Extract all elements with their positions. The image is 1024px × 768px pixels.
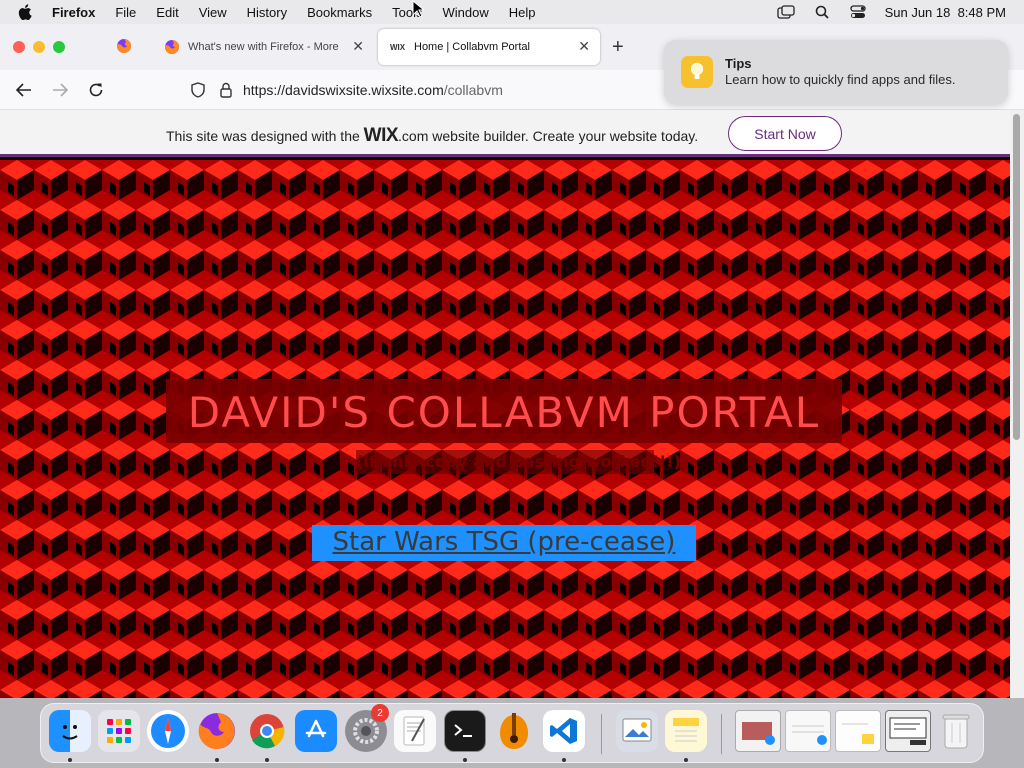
wix-banner: This site was designed with the WIX.com … xyxy=(0,110,1010,157)
instruments-icon[interactable] xyxy=(493,710,535,752)
back-arrow-icon[interactable] xyxy=(14,80,34,100)
wix-logo[interactable]: WIX xyxy=(364,125,399,146)
app-store-icon[interactable] xyxy=(295,710,337,752)
screen-mirroring-icon[interactable] xyxy=(776,5,795,19)
control-center-icon[interactable] xyxy=(849,5,867,19)
zoom-window-button[interactable] xyxy=(53,41,65,53)
scrollbar-thumb[interactable] xyxy=(1013,114,1020,440)
safari-icon[interactable] xyxy=(147,710,189,752)
notification-title: Tips xyxy=(725,56,752,71)
tab-home-collabvm[interactable]: WIX Home | Collabvm Portal ✕ xyxy=(378,29,600,65)
wix-icon: WIX xyxy=(390,42,406,52)
menu-bar: Firefox File Edit View History Bookmarks… xyxy=(0,0,1024,24)
firefox-dock-icon[interactable] xyxy=(196,710,238,752)
page-body: DAVID'S COLLABVM PORTAL (if only copy an… xyxy=(0,160,1010,698)
mouse-cursor xyxy=(412,0,426,22)
textedit-icon[interactable] xyxy=(394,710,436,752)
menubar-clock[interactable]: Sun Jun 18 8:48 PM xyxy=(885,5,1006,20)
reload-icon[interactable] xyxy=(86,80,106,100)
running-indicator xyxy=(684,758,688,762)
launchpad-icon[interactable] xyxy=(98,710,140,752)
lightbulb-icon xyxy=(681,56,713,88)
wix-banner-suffix: .com website builder. Create your websit… xyxy=(398,128,699,144)
running-indicator xyxy=(265,758,269,762)
running-indicator xyxy=(68,758,72,762)
vscode-icon[interactable] xyxy=(543,710,585,752)
minimized-window-thumbnail-2[interactable] xyxy=(785,710,831,752)
system-preferences-icon[interactable]: 2 xyxy=(345,704,389,752)
close-tab-icon[interactable]: ✕ xyxy=(578,38,590,55)
menu-view[interactable]: View xyxy=(199,5,227,20)
running-indicator xyxy=(215,758,219,762)
star-wars-tsg-link[interactable]: Star Wars TSG (pre-cease) xyxy=(312,527,696,557)
wix-banner-text: This site was designed with the WIX.com … xyxy=(166,125,698,147)
notes-icon[interactable] xyxy=(665,710,707,752)
menu-window[interactable]: Window xyxy=(443,5,489,20)
tab-label: What's new with Firefox - More xyxy=(188,41,339,53)
menu-bookmarks[interactable]: Bookmarks xyxy=(307,5,372,20)
url-bar[interactable]: https://davidswixsite.wixsite.com/collab… xyxy=(243,82,503,98)
close-tab-icon[interactable]: ✕ xyxy=(352,38,364,55)
tips-notification[interactable]: Tips Learn how to quickly find apps and … xyxy=(664,40,1008,104)
running-indicator xyxy=(562,758,566,762)
running-indicator xyxy=(463,758,467,762)
firefox-icon xyxy=(164,39,180,55)
chrome-icon[interactable] xyxy=(246,710,288,752)
url-host: https://davidswixsite.wixsite.com xyxy=(243,82,444,98)
spotlight-search-icon[interactable] xyxy=(813,5,831,19)
firefox-icon xyxy=(116,38,132,57)
dock-separator xyxy=(721,714,722,754)
dock-separator xyxy=(601,714,602,754)
lock-icon[interactable] xyxy=(216,80,236,100)
close-window-button[interactable] xyxy=(13,41,25,53)
url-path: /collabvm xyxy=(443,82,503,98)
forward-arrow-icon[interactable] xyxy=(50,80,70,100)
tab-label: Home | Collabvm Portal xyxy=(414,41,530,53)
start-now-button[interactable]: Start Now xyxy=(728,116,842,151)
notification-body: Learn how to quickly find apps and files… xyxy=(725,72,956,87)
new-tab-icon[interactable]: + xyxy=(612,37,624,57)
minimize-window-button[interactable] xyxy=(33,41,45,53)
menu-file[interactable]: File xyxy=(115,5,136,20)
minimized-window-thumbnail-3[interactable] xyxy=(835,710,881,752)
tracking-shield-icon[interactable] xyxy=(188,80,208,100)
tab-whats-new[interactable]: What's new with Firefox - More ✕ xyxy=(152,29,374,65)
terminal-icon[interactable] xyxy=(444,710,486,752)
finder-icon[interactable] xyxy=(49,710,91,752)
preview-icon[interactable] xyxy=(616,710,658,752)
minimized-window-thumbnail-4[interactable] xyxy=(885,710,931,752)
trash-icon[interactable] xyxy=(935,710,977,752)
menu-edit[interactable]: Edit xyxy=(156,5,178,20)
apple-logo-icon[interactable] xyxy=(18,4,36,20)
menu-history[interactable]: History xyxy=(247,5,287,20)
site-title: DAVID'S COLLABVM PORTAL xyxy=(187,388,821,437)
notification-badge: 2 xyxy=(371,704,389,722)
site-subtitle: (if only copy and pasting worked!!!) xyxy=(356,452,682,471)
minimized-window-thumbnail-1[interactable] xyxy=(735,710,781,752)
wix-banner-prefix: This site was designed with the xyxy=(166,128,364,144)
tab-pinned-firefox[interactable] xyxy=(104,29,148,65)
menu-help[interactable]: Help xyxy=(509,5,536,20)
menu-app-firefox[interactable]: Firefox xyxy=(52,5,95,20)
dock: 2 xyxy=(40,703,984,763)
